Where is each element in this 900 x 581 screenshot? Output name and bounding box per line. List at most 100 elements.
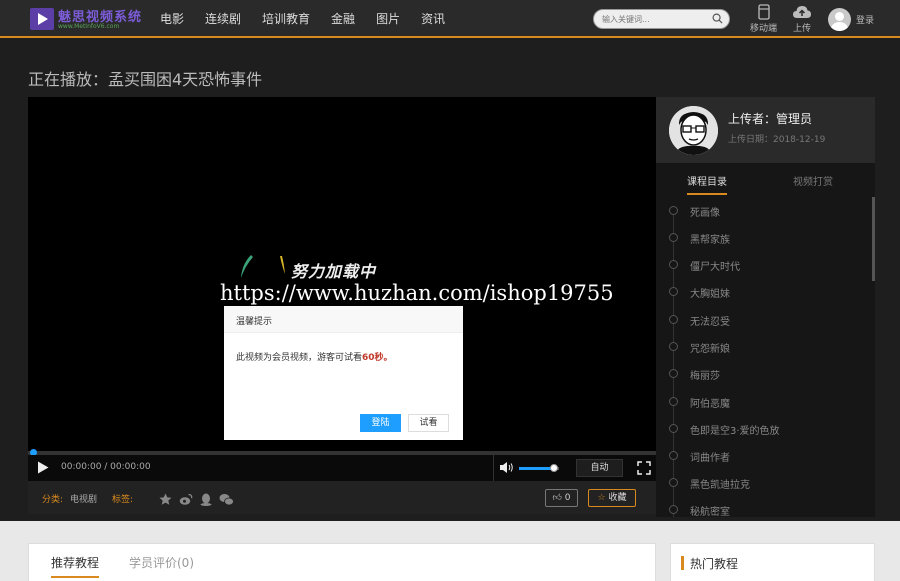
wechat-share-icon[interactable]	[219, 491, 234, 510]
site-logo[interactable]: 魅思视频系统 www.MetInfoV6.com	[30, 6, 141, 32]
episode-item[interactable]: 死画像	[656, 197, 871, 224]
volume-icon[interactable]	[499, 461, 514, 474]
uploader-name: 上传者：管理员	[728, 112, 813, 126]
upload-button[interactable]: 上传	[792, 4, 812, 34]
qq-share-icon[interactable]	[200, 491, 212, 510]
episode-dot	[669, 342, 678, 351]
recommend-panel: 推荐教程 学员评价(0)	[28, 543, 656, 581]
video-info-bar: 分类: 电视剧 标签: 👍︎ 0 ☆ 收藏	[28, 481, 656, 514]
like-button[interactable]: 👍︎ 0	[545, 489, 578, 507]
episode-item[interactable]: 大胸姐妹	[656, 278, 871, 305]
episode-title: 阿伯恶魔	[690, 399, 730, 410]
weibo-share-icon[interactable]	[179, 491, 193, 510]
loading-indicator: 努力加载中	[233, 252, 393, 282]
episode-dot	[669, 478, 678, 487]
cloud-upload-icon	[793, 6, 811, 18]
search-input[interactable]	[602, 12, 707, 26]
episode-dot	[669, 206, 678, 215]
tags-label: 标签:	[112, 495, 134, 505]
volume-divider	[493, 455, 494, 481]
volume-knob[interactable]	[550, 464, 558, 472]
episode-item[interactable]: 无法忍受	[656, 306, 871, 333]
dialog-login-button[interactable]: 登陆	[360, 414, 401, 432]
sidebar-scrollbar[interactable]	[872, 197, 875, 281]
episode-title: 梅丽莎	[690, 371, 720, 382]
episode-dot	[669, 505, 678, 514]
episode-title: 死画像	[690, 208, 720, 219]
dialog-trial-button[interactable]: 试看	[408, 414, 449, 432]
tab-video-tip[interactable]: 视频打赏	[793, 173, 833, 188]
episode-item[interactable]: 梅丽莎	[656, 360, 871, 387]
category-label: 分类:	[42, 495, 64, 505]
episode-item[interactable]: 秘航密室	[656, 496, 871, 517]
user-avatar-icon	[828, 7, 851, 31]
upload-label: 上传	[792, 24, 811, 34]
thumbs-up-icon: 👍︎	[552, 493, 562, 503]
tab-recommended-courses[interactable]: 推荐教程	[51, 554, 100, 578]
bottom-section: 推荐教程 学员评价(0) 热门教程	[0, 521, 900, 581]
volume-slider[interactable]	[519, 464, 559, 472]
episode-title: 僵尸大时代	[690, 262, 740, 273]
search-icon[interactable]	[712, 13, 723, 24]
tab-student-reviews[interactable]: 学员评价(0)	[129, 554, 194, 571]
dialog-header: 温馨提示	[224, 306, 463, 333]
time-display: 00:00:00 / 00:00:00	[61, 462, 151, 472]
hot-title-accent	[681, 556, 684, 570]
nav-item-pictures[interactable]: 图片	[376, 0, 400, 38]
star-icon: ☆	[597, 493, 606, 503]
episode-title: 咒怨新娘	[690, 344, 730, 355]
watermark-url: https://www.huzhan.com/ishop19755	[220, 281, 614, 305]
logo-sub: www.MetInfoV6.com	[58, 23, 120, 30]
quality-auto-button[interactable]: 自动	[576, 459, 623, 477]
episode-dot	[669, 233, 678, 242]
share-icons	[159, 491, 241, 510]
episode-dot	[669, 369, 678, 378]
dialog-message: 此视频为会员视频，游客可试看60秒。	[236, 350, 393, 363]
loading-spinner-icon	[241, 255, 285, 278]
tab-course-catalog[interactable]: 课程目录	[687, 173, 727, 195]
nav-item-news[interactable]: 资讯	[421, 0, 445, 38]
episode-item[interactable]: 色即是空3·爱的色放	[656, 415, 871, 442]
fullscreen-icon[interactable]	[637, 461, 651, 475]
episode-dot	[669, 315, 678, 324]
episode-dot	[669, 424, 678, 433]
upload-date: 上传日期：2018-12-19	[728, 135, 826, 145]
episode-title: 黑帮家族	[690, 235, 730, 246]
nav-item-movie[interactable]: 电影	[160, 0, 184, 38]
logo-play-icon	[30, 8, 54, 30]
episode-dot	[669, 451, 678, 460]
dialog-message-prefix: 此视频为会员视频，游客可试看	[236, 353, 363, 363]
episode-title: 色即是空3·爱的色放	[690, 426, 780, 437]
dialog-message-suffix: 。	[383, 353, 393, 363]
mobile-button[interactable]: 移动端	[750, 4, 777, 34]
episode-title: 大胸姐妹	[690, 289, 730, 300]
main-nav: 电影 连续剧 培训教育 金融 图片 资讯	[160, 0, 466, 38]
episode-item[interactable]: 阿伯恶魔	[656, 388, 871, 415]
episode-dot	[669, 260, 678, 269]
nav-item-finance[interactable]: 金融	[331, 0, 355, 38]
uploader-avatar[interactable]	[669, 106, 718, 155]
mobile-label: 移动端	[750, 24, 778, 34]
sidebar-tabs: 课程目录 视频打赏	[656, 173, 875, 195]
qzone-share-icon[interactable]	[159, 491, 172, 510]
episode-item[interactable]: 黑色凯迪拉克	[656, 469, 871, 496]
member-dialog: 温馨提示 此视频为会员视频，游客可试看60秒。 登陆 试看	[224, 306, 463, 440]
play-icon[interactable]	[37, 461, 49, 474]
episode-dot	[669, 397, 678, 406]
uploader-card: 上传者：管理员 上传日期：2018-12-19	[656, 97, 875, 163]
dialog-message-highlight: 60秒	[362, 353, 384, 363]
login-button[interactable]: 登录	[828, 7, 874, 31]
nav-item-series[interactable]: 连续剧	[205, 0, 241, 38]
nav-item-training[interactable]: 培训教育	[262, 0, 310, 38]
hot-courses-title: 热门教程	[690, 557, 739, 571]
episode-item[interactable]: 咒怨新娘	[656, 333, 871, 360]
like-count: 0	[564, 493, 571, 503]
episode-item[interactable]: 黑帮家族	[656, 224, 871, 251]
category-value[interactable]: 电视剧	[70, 492, 97, 505]
episode-title: 黑色凯迪拉克	[690, 480, 750, 491]
favorite-button[interactable]: ☆ 收藏	[588, 489, 636, 507]
episode-item[interactable]: 僵尸大时代	[656, 251, 871, 278]
login-label: 登录	[856, 15, 875, 26]
episode-item[interactable]: 词曲作者	[656, 442, 871, 469]
uploader-avatar-icon	[669, 106, 718, 155]
